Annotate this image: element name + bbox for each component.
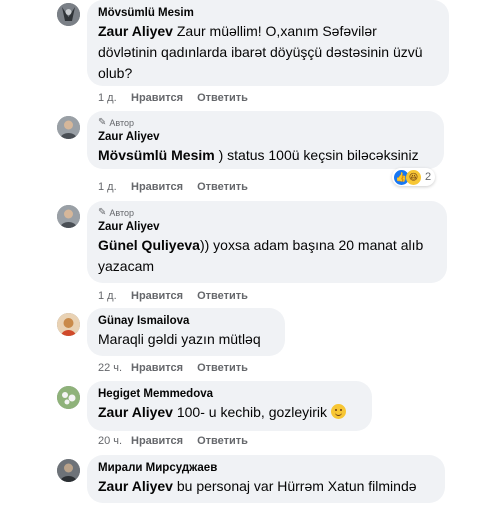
comment-body: 100- u kechib, gozleyirik bbox=[172, 404, 331, 420]
comment-actions: 22 ч. Нравится Ответить bbox=[98, 361, 248, 375]
author-badge-label: Автор bbox=[109, 118, 135, 128]
reply-button[interactable]: Ответить bbox=[197, 91, 248, 105]
comment-bubble: Мирали Мирсуджаев Zaur Aliyev bu persona… bbox=[87, 455, 445, 503]
reply-button[interactable]: Ответить bbox=[197, 180, 248, 194]
pencil-icon: ✎ bbox=[98, 117, 107, 128]
comment-author[interactable]: Zaur Aliyev bbox=[98, 130, 432, 145]
comment-author[interactable]: Мирали Мирсуджаев bbox=[98, 461, 433, 476]
avatar[interactable] bbox=[57, 459, 80, 482]
mention-link[interactable]: Zaur Aliyev bbox=[98, 478, 173, 494]
comment-bubble: ✎ Автор Zaur Aliyev Mövsümlü Mesim ) stat… bbox=[87, 111, 444, 169]
comment-text: Maraqli gəldi yazın mütləq bbox=[98, 331, 261, 347]
comment-time[interactable]: 20 ч. bbox=[98, 434, 131, 448]
comment-bubble: Günay Ismailova Maraqli gəldi yazın mütl… bbox=[87, 308, 285, 356]
reactions-summary[interactable]: 👍 😆 2 bbox=[392, 168, 436, 186]
comment-time[interactable]: 1 д. bbox=[98, 91, 131, 105]
comment-body: ) status 100ü keçsin biləcəksiniz bbox=[214, 147, 419, 163]
author-badge: ✎ Автор bbox=[98, 207, 435, 219]
pencil-icon: ✎ bbox=[98, 207, 107, 218]
comment-bubble: Hegiget Memmedova Zaur Aliyev 100- u kec… bbox=[87, 381, 372, 431]
mention-link[interactable]: Zaur Aliyev bbox=[98, 23, 173, 39]
like-button[interactable]: Нравится bbox=[131, 361, 183, 375]
author-badge: ✎ Автор bbox=[98, 117, 432, 129]
comment-time[interactable]: 1 д. bbox=[98, 289, 131, 303]
mention-link[interactable]: Mövsümlü Mesim bbox=[98, 147, 215, 163]
comment-text: Mövsümlü Mesim ) status 100ü keçsin bilə… bbox=[98, 145, 432, 166]
comment-bubble: ✎ Автор Zaur Aliyev Günel Quliyeva)) yoxs… bbox=[87, 201, 447, 283]
like-button[interactable]: Нравится bbox=[131, 180, 183, 194]
avatar[interactable] bbox=[57, 116, 80, 139]
comment-actions: 1 д. Нравится Ответить bbox=[98, 180, 248, 194]
author-badge-label: Автор bbox=[109, 208, 135, 218]
mention-link[interactable]: Günel Quliyeva bbox=[98, 237, 200, 253]
comment-author[interactable]: Hegiget Memmedova bbox=[98, 387, 360, 402]
reaction-count: 2 bbox=[425, 171, 432, 183]
avatar[interactable] bbox=[57, 3, 80, 26]
comment-author[interactable]: Mövsümlü Mesim bbox=[98, 6, 437, 21]
comment-actions: 1 д. Нравится Ответить bbox=[98, 289, 248, 303]
avatar[interactable] bbox=[57, 313, 80, 336]
comment-time[interactable]: 1 д. bbox=[98, 180, 131, 194]
reply-button[interactable]: Ответить bbox=[197, 361, 248, 375]
comment-actions: 1 д. Нравится Ответить bbox=[98, 91, 248, 105]
comment-time[interactable]: 22 ч. bbox=[98, 361, 131, 375]
smile-emoji-icon bbox=[330, 404, 346, 419]
comment-actions: 20 ч. Нравится Ответить bbox=[98, 434, 248, 448]
haha-icon: 😆 bbox=[406, 169, 421, 185]
like-button[interactable]: Нравится bbox=[131, 91, 183, 105]
reply-button[interactable]: Ответить bbox=[197, 289, 248, 303]
comment-author[interactable]: Zaur Aliyev bbox=[98, 220, 435, 235]
avatar[interactable] bbox=[57, 386, 80, 409]
comment-text: Zaur Aliyev 100- u kechib, gozleyirik bbox=[98, 402, 360, 423]
comment-body: bu personaj var Hürrəm Xatun filmində bbox=[172, 478, 417, 494]
comment-bubble: Mövsümlü Mesim Zaur Aliyev Zaur müəllim!… bbox=[87, 0, 449, 86]
reply-button[interactable]: Ответить bbox=[197, 434, 248, 448]
mention-link[interactable]: Zaur Aliyev bbox=[98, 404, 173, 420]
comment-text: Zaur Aliyev Zaur müəllim! O,xanım Səfəvi… bbox=[98, 21, 437, 84]
like-button[interactable]: Нравится bbox=[131, 289, 183, 303]
avatar[interactable] bbox=[57, 205, 80, 228]
comment-text: Günel Quliyeva)) yoxsa adam başına 20 ma… bbox=[98, 235, 435, 277]
like-button[interactable]: Нравится bbox=[131, 434, 183, 448]
comment-text: Zaur Aliyev bu personaj var Hürrəm Xatun… bbox=[98, 476, 433, 497]
comment-author[interactable]: Günay Ismailova bbox=[98, 314, 273, 329]
